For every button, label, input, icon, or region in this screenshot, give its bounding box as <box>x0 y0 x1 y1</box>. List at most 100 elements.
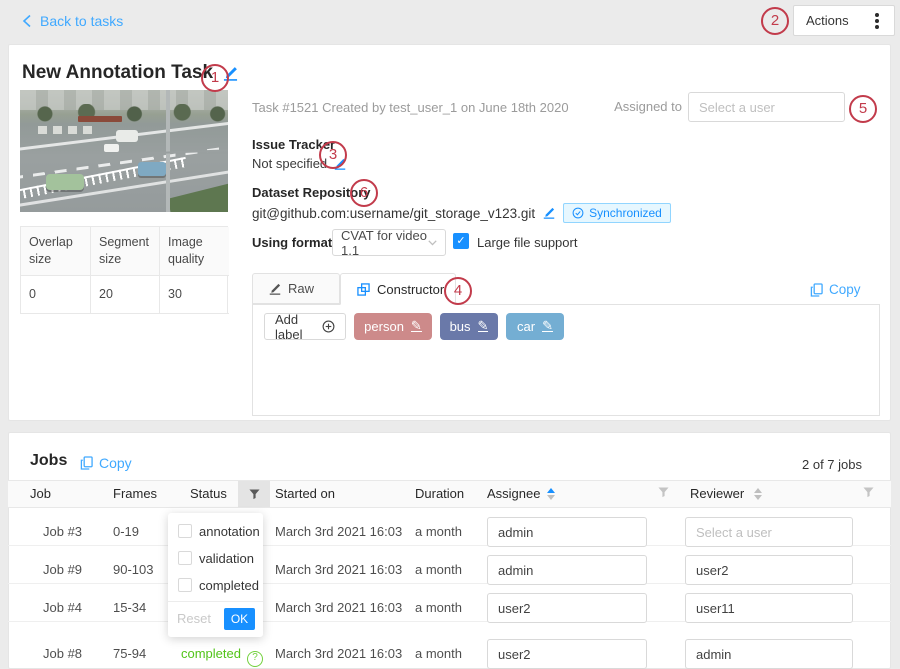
filter-checkbox-validation[interactable] <box>178 551 192 565</box>
filter-checkbox-completed[interactable] <box>178 578 192 592</box>
reviewer-input[interactable] <box>685 639 853 669</box>
reviewer-input[interactable] <box>685 517 853 547</box>
assignee-sort-icon[interactable] <box>547 488 555 500</box>
preview-trees <box>20 104 228 122</box>
status-filter-button[interactable] <box>238 481 270 507</box>
annotation-marker-1: 1 <box>201 64 229 92</box>
issue-tracker-value: Not specified <box>252 156 327 171</box>
job-started: March 3rd 2021 16:03 <box>275 646 402 661</box>
column-duration[interactable]: Duration <box>415 486 464 501</box>
job-link[interactable]: Job #3 <box>43 524 82 539</box>
jobs-title: Jobs <box>30 452 67 470</box>
annotation-marker-2: 2 <box>761 7 789 35</box>
jobs-copy-link[interactable]: Copy <box>80 455 132 471</box>
param-header-overlap: Overlap size <box>21 227 91 276</box>
copy-icon <box>810 283 823 297</box>
label-chip-bus[interactable]: bus ✎ <box>440 313 498 340</box>
block-icon <box>357 283 370 296</box>
job-status: completed? <box>181 646 263 667</box>
edit-repository-icon[interactable] <box>543 207 555 219</box>
job-started: March 3rd 2021 16:03 <box>275 524 402 539</box>
pencil-icon <box>269 283 281 295</box>
edit-label-icon[interactable]: ✎ <box>542 321 553 332</box>
assigned-to-input[interactable] <box>688 92 845 122</box>
tab-constructor[interactable]: Constructor <box>340 273 456 305</box>
annotation-marker-5: 5 <box>849 95 877 123</box>
reviewer-filter-icon[interactable] <box>863 487 874 498</box>
tab-constructor-label: Constructor <box>377 282 444 297</box>
preview-van-white <box>116 130 138 142</box>
param-value-quality: 30 <box>160 276 229 314</box>
edit-label-icon[interactable]: ✎ <box>411 321 422 332</box>
task-title: New Annotation Task <box>22 62 213 84</box>
large-file-checkbox[interactable]: ✓ <box>453 233 469 249</box>
check-circle-icon <box>572 207 584 219</box>
filter-reset-button[interactable]: Reset <box>177 611 211 626</box>
annotation-marker-4: 4 <box>444 277 472 305</box>
column-assignee[interactable]: Assignee <box>487 486 540 501</box>
column-job[interactable]: Job <box>30 486 51 501</box>
reviewer-input[interactable] <box>685 593 853 623</box>
actions-button[interactable]: Actions <box>793 5 895 36</box>
back-to-tasks-link[interactable]: Back to tasks <box>22 13 123 29</box>
filter-option-completed[interactable]: completed <box>199 578 259 593</box>
label-person-name: person <box>364 319 404 334</box>
param-header-quality: Image quality <box>160 227 229 276</box>
label-bus-name: bus <box>450 319 471 334</box>
job-started: March 3rd 2021 16:03 <box>275 562 402 577</box>
column-reviewer[interactable]: Reviewer <box>690 486 744 501</box>
annotation-marker-6: 6 <box>350 179 378 207</box>
job-link[interactable]: Job #9 <box>43 562 82 577</box>
filter-ok-button[interactable]: OK <box>224 608 255 630</box>
using-format-label: Using format: <box>252 235 337 250</box>
actions-label: Actions <box>806 13 849 28</box>
labels-panel <box>252 304 880 416</box>
chevron-down-icon <box>428 240 437 246</box>
tab-raw-label: Raw <box>288 281 314 296</box>
column-frames[interactable]: Frames <box>113 486 157 501</box>
preview-parked-cars <box>38 126 98 134</box>
job-duration: a month <box>415 646 462 661</box>
cvat-task-page: Back to tasks Actions 2 New Annotation T… <box>0 0 900 669</box>
job-link[interactable]: Job #4 <box>43 600 82 615</box>
column-status[interactable]: Status <box>190 486 227 501</box>
preview-shops <box>78 116 122 122</box>
param-value-overlap: 0 <box>21 276 91 314</box>
question-circle-icon: ? <box>247 651 263 667</box>
edit-label-icon[interactable]: ✎ <box>478 321 489 332</box>
add-label-text: Add label <box>275 312 315 342</box>
assignee-input[interactable] <box>487 517 647 547</box>
job-duration: a month <box>415 600 462 615</box>
dropdown-divider <box>168 601 263 602</box>
job-duration: a month <box>415 562 462 577</box>
column-started-on[interactable]: Started on <box>275 486 335 501</box>
tab-raw[interactable]: Raw <box>252 273 340 304</box>
assignee-filter-icon[interactable] <box>658 487 669 498</box>
assignee-input[interactable] <box>487 555 647 585</box>
filter-option-annotation[interactable]: annotation <box>199 524 260 539</box>
reviewer-input[interactable] <box>685 555 853 585</box>
label-chip-person[interactable]: person ✎ <box>354 313 432 340</box>
assignee-input[interactable] <box>487 593 647 623</box>
job-status-text: completed <box>181 646 241 661</box>
label-chip-car[interactable]: car✎ <box>506 313 564 340</box>
filter-funnel-icon <box>249 489 260 500</box>
labels-copy-link[interactable]: Copy <box>810 282 861 297</box>
assignee-input[interactable] <box>487 639 647 669</box>
job-link[interactable]: Job #8 <box>43 646 82 661</box>
job-frames: 0-19 <box>113 524 139 539</box>
reviewer-sort-icon[interactable] <box>754 488 762 500</box>
job-frames: 75-94 <box>113 646 146 661</box>
status-filter-dropdown: annotation validation completed Reset OK <box>168 513 263 637</box>
filter-option-validation[interactable]: validation <box>199 551 254 566</box>
job-duration: a month <box>415 524 462 539</box>
add-label-button[interactable]: Add label <box>264 313 346 340</box>
param-header-segment: Segment size <box>91 227 160 276</box>
preview-car-green <box>46 174 84 190</box>
format-select[interactable]: CVAT for video 1.1 <box>332 229 446 256</box>
task-preview-image <box>20 90 228 212</box>
jobs-copy-label: Copy <box>99 455 132 471</box>
filter-checkbox-annotation[interactable] <box>178 524 192 538</box>
job-frames: 15-34 <box>113 600 146 615</box>
vertical-ellipsis-icon <box>875 19 879 23</box>
